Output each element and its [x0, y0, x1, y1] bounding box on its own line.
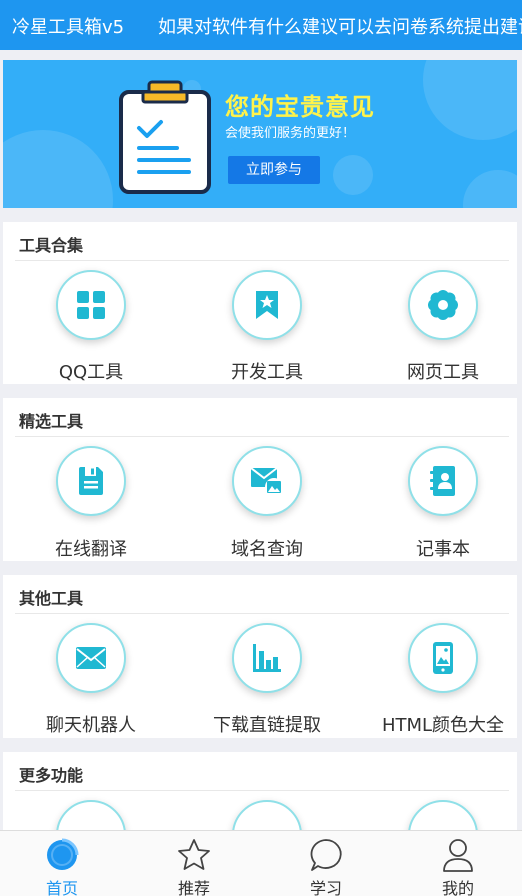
- app-header: 冷星工具箱v5 如果对软件有什么建议可以去问卷系统提出建议: [0, 0, 522, 50]
- section-more-features: 更多功能: [3, 752, 517, 832]
- tool-label: 记事本: [416, 539, 470, 560]
- contacts-book-icon: [430, 466, 455, 496]
- tab-recommend[interactable]: 推荐: [129, 831, 259, 896]
- section-title: 工具合集: [19, 236, 84, 255]
- chat-bubble-icon: [310, 839, 342, 871]
- phone-image-icon: [433, 642, 453, 674]
- tool-label: QQ工具: [58, 362, 124, 383]
- banner-title: 您的宝贵意见: [225, 93, 375, 121]
- tab-label: 学习: [309, 879, 342, 896]
- bar-chart-icon: [253, 644, 281, 672]
- section-title: 其他工具: [19, 589, 84, 608]
- dev-tool-button[interactable]: [232, 270, 302, 340]
- app-title: 冷星工具箱v5: [12, 17, 125, 38]
- tab-label: 我的: [441, 879, 474, 896]
- envelope-icon: [76, 647, 106, 669]
- section-title: 更多功能: [19, 766, 84, 785]
- tool-label: 下载直链提取: [213, 715, 321, 736]
- section-featured-tools: 精选工具 在线翻译 域名查询 记事本: [3, 398, 517, 561]
- tool-label: HTML颜色大全: [381, 715, 505, 736]
- section-tool-collection: 工具合集 QQ工具 开发工具 网页工具: [3, 222, 517, 384]
- domain-lookup-button[interactable]: [232, 446, 302, 516]
- bottom-tab-bar: 首页 推荐 学习 我的: [0, 830, 522, 896]
- clipboard-icon: [119, 80, 211, 194]
- more-feature-button[interactable]: [232, 800, 302, 832]
- tool-label: 网页工具: [407, 362, 479, 383]
- direct-link-button[interactable]: [232, 623, 302, 693]
- banner-subtitle: 会使我们服务的更好！: [225, 126, 356, 141]
- qq-tool-button[interactable]: [56, 270, 126, 340]
- tab-mine[interactable]: 我的: [393, 831, 522, 896]
- tab-home[interactable]: 首页: [0, 831, 127, 896]
- star-icon: [178, 839, 210, 870]
- translate-button[interactable]: [56, 446, 126, 516]
- grid-icon: [77, 291, 105, 319]
- section-title: 精选工具: [19, 412, 84, 431]
- html-colors-button[interactable]: [408, 623, 478, 693]
- flower-icon: [428, 290, 458, 320]
- notepad-button[interactable]: [408, 446, 478, 516]
- bookmark-star-icon: [256, 291, 278, 319]
- tool-label: 开发工具: [231, 362, 303, 383]
- web-tool-button[interactable]: [408, 270, 478, 340]
- home-icon: [47, 838, 79, 870]
- section-other-tools: 其他工具 聊天机器人 下载直链提取 HTML颜色大全: [3, 575, 517, 738]
- notice-marquee[interactable]: 如果对软件有什么建议可以去问卷系统提出建议: [158, 13, 522, 39]
- user-icon: [443, 839, 473, 872]
- more-feature-button[interactable]: [56, 800, 126, 832]
- save-icon: [79, 467, 103, 495]
- mail-image-icon: [250, 467, 283, 496]
- join-button[interactable]: 立即参与: [228, 156, 320, 184]
- chatbot-button[interactable]: [56, 623, 126, 693]
- tool-label: 域名查询: [231, 539, 303, 560]
- tab-label: 首页: [45, 879, 78, 896]
- tab-label: 推荐: [177, 879, 210, 896]
- more-feature-button[interactable]: [408, 800, 478, 832]
- tab-learn[interactable]: 学习: [261, 831, 391, 896]
- tool-label: 聊天机器人: [46, 715, 136, 736]
- tool-label: 在线翻译: [55, 539, 127, 560]
